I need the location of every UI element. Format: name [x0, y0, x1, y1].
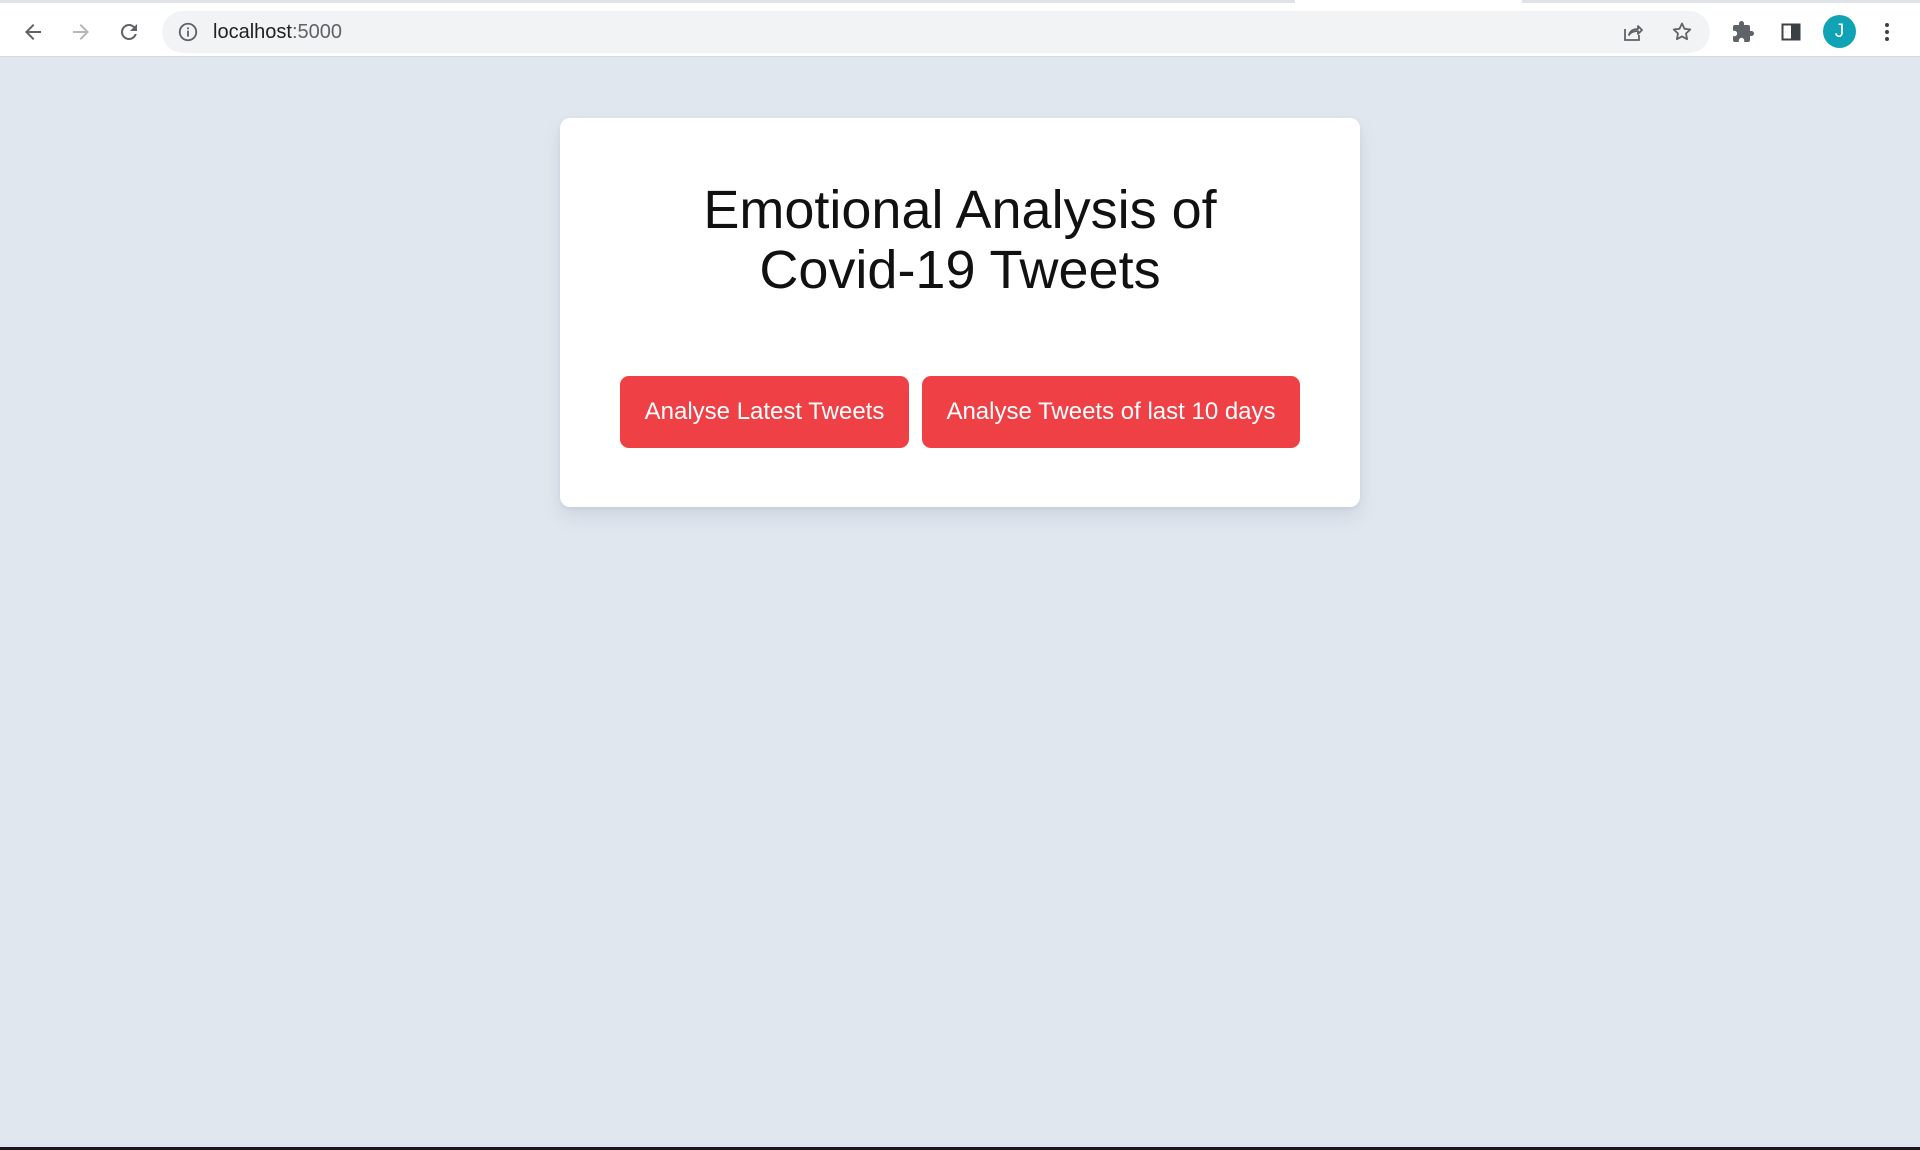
side-panel-icon [1781, 23, 1801, 41]
share-button[interactable] [1618, 17, 1648, 47]
site-info-icon [178, 22, 198, 42]
analyse-latest-tweets-button[interactable]: Analyse Latest Tweets [620, 376, 909, 448]
side-panel-button[interactable] [1771, 8, 1811, 56]
forward-button[interactable] [61, 8, 101, 56]
back-button[interactable] [13, 8, 53, 56]
action-buttons: Analyse Latest Tweets Analyse Tweets of … [620, 376, 1300, 448]
analysis-card: Emotional Analysis of Covid-19 Tweets An… [560, 118, 1360, 507]
page-title-line2: Covid-19 Tweets [759, 240, 1161, 300]
share-icon [1624, 25, 1643, 41]
bookmark-button[interactable] [1667, 17, 1697, 47]
tab-strip-segment [1522, 0, 1920, 3]
tab-strip [0, 0, 1920, 8]
extensions-button[interactable] [1723, 8, 1763, 56]
more-menu-button[interactable] [1867, 8, 1907, 56]
browser-toolbar: localhost:5000 J [0, 8, 1920, 57]
reload-button[interactable] [109, 8, 149, 56]
url-text[interactable]: localhost:5000 [213, 11, 342, 53]
address-bar[interactable]: localhost:5000 [162, 11, 1710, 53]
extensions-icon [1733, 21, 1754, 42]
page-title-line1: Emotional Analysis of [703, 180, 1217, 240]
url-host: localhost [213, 21, 292, 43]
site-info-button[interactable] [176, 20, 200, 44]
more-menu-icon [1885, 23, 1889, 41]
bookmark-star-icon [1672, 22, 1692, 41]
forward-icon [73, 24, 89, 40]
analyse-last-10-days-button[interactable]: Analyse Tweets of last 10 days [922, 376, 1300, 448]
url-port: :5000 [291, 21, 342, 43]
back-icon [25, 24, 41, 40]
page-title: Emotional Analysis of Covid-19 Tweets [560, 180, 1360, 300]
tab-strip-segment [0, 0, 1295, 3]
reload-icon [120, 23, 137, 40]
profile-avatar[interactable]: J [1823, 15, 1856, 48]
